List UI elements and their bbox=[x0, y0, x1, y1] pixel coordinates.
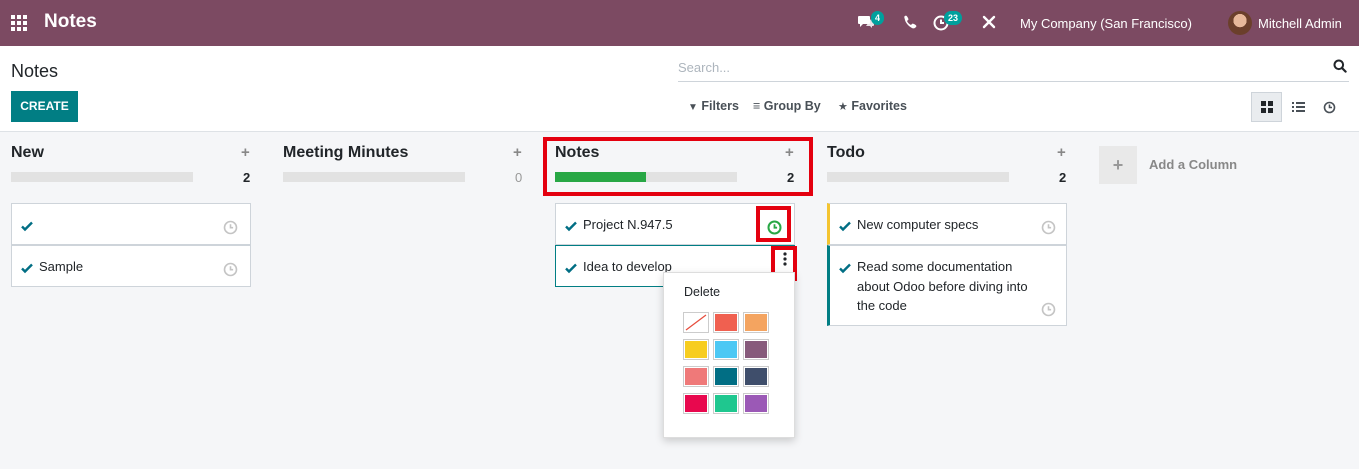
quick-create-button[interactable]: + bbox=[513, 144, 522, 161]
activity-view-button[interactable] bbox=[1314, 92, 1345, 122]
color-swatch[interactable] bbox=[713, 312, 739, 333]
kanban-card[interactable]: New computer specs bbox=[827, 203, 1067, 245]
check-icon[interactable] bbox=[21, 220, 33, 232]
clock-icon bbox=[1323, 101, 1336, 113]
check-icon[interactable] bbox=[839, 262, 851, 274]
list-icon bbox=[1292, 102, 1305, 112]
search-input[interactable] bbox=[678, 57, 1318, 77]
star-icon: ★ bbox=[838, 101, 848, 113]
highlight-notes-header bbox=[543, 137, 813, 196]
favorites-dropdown[interactable]: ★ Favorites bbox=[838, 99, 907, 113]
clock-icon[interactable] bbox=[223, 262, 238, 277]
color-swatch[interactable] bbox=[713, 339, 739, 360]
group-by-label: Group By bbox=[763, 99, 821, 113]
column-progress-bar[interactable] bbox=[827, 172, 1009, 182]
search-bar bbox=[678, 54, 1349, 82]
filters-label: Filters bbox=[701, 99, 739, 113]
color-swatch[interactable] bbox=[743, 366, 769, 387]
delete-menu-item[interactable]: Delete bbox=[684, 285, 720, 299]
card-dropdown-menu: Delete bbox=[663, 272, 795, 438]
app-brand[interactable]: Notes bbox=[44, 11, 97, 33]
user-avatar[interactable] bbox=[1228, 11, 1252, 35]
kanban-view-button[interactable] bbox=[1251, 92, 1282, 122]
kanban-card[interactable]: Read some documentation about Odoo befor… bbox=[827, 245, 1067, 326]
color-swatch[interactable] bbox=[683, 339, 709, 360]
control-panel: Notes CREATE ▼ Filters ≡ Group By ★ Favo… bbox=[0, 46, 1359, 132]
card-title: Sample bbox=[39, 259, 84, 274]
check-icon[interactable] bbox=[839, 220, 851, 232]
bars-icon: ≡ bbox=[753, 99, 761, 113]
column-progress-bar[interactable] bbox=[283, 172, 465, 182]
color-swatch[interactable] bbox=[683, 366, 709, 387]
kanban-grid-icon bbox=[1260, 101, 1273, 113]
check-icon[interactable] bbox=[565, 220, 577, 232]
add-column-button[interactable]: + bbox=[1099, 146, 1137, 184]
color-swatch[interactable] bbox=[683, 312, 709, 333]
company-switcher[interactable]: My Company (San Francisco) bbox=[1020, 16, 1192, 31]
column-title: Todo bbox=[827, 144, 865, 161]
column-count: 2 bbox=[1059, 170, 1067, 185]
highlight-clock bbox=[756, 206, 791, 242]
debug-tools-button[interactable] bbox=[982, 13, 998, 33]
favorites-label: Favorites bbox=[851, 99, 907, 113]
kanban-card[interactable]: Sample bbox=[11, 245, 251, 287]
card-title: New computer specs bbox=[857, 217, 979, 232]
search-icon[interactable] bbox=[1333, 59, 1347, 73]
check-icon[interactable] bbox=[21, 262, 33, 274]
top-navbar: Notes 4 23 My Company (San Francisco) Mi… bbox=[0, 0, 1359, 46]
card-title: Project N.947.5 bbox=[583, 217, 673, 232]
column-count: 0 bbox=[515, 170, 523, 185]
no-color-icon bbox=[685, 314, 707, 331]
filters-dropdown[interactable]: ▼ Filters bbox=[688, 99, 739, 113]
check-icon[interactable] bbox=[565, 262, 577, 274]
create-button[interactable]: CREATE bbox=[11, 91, 78, 122]
page-title: Notes bbox=[11, 61, 59, 81]
kanban-card[interactable] bbox=[11, 203, 251, 245]
group-by-dropdown[interactable]: ≡ Group By bbox=[753, 99, 821, 113]
color-swatch[interactable] bbox=[683, 393, 709, 414]
column-title: Meeting Minutes bbox=[283, 144, 409, 161]
clock-icon[interactable] bbox=[1041, 302, 1056, 317]
phone-button[interactable] bbox=[902, 13, 918, 33]
quick-create-button[interactable]: + bbox=[241, 144, 250, 161]
clock-icon[interactable] bbox=[1041, 220, 1056, 235]
color-swatch[interactable] bbox=[743, 312, 769, 333]
quick-create-button[interactable]: + bbox=[1057, 144, 1066, 161]
card-title: Idea to develop bbox=[583, 259, 672, 274]
phone-icon bbox=[904, 15, 917, 29]
messages-badge: 4 bbox=[871, 11, 885, 25]
list-view-button[interactable] bbox=[1283, 92, 1314, 122]
column-count: 2 bbox=[243, 170, 251, 185]
color-swatch[interactable] bbox=[713, 366, 739, 387]
filter-icon: ▼ bbox=[688, 102, 698, 113]
user-menu[interactable]: Mitchell Admin bbox=[1258, 16, 1342, 31]
column-progress-bar[interactable] bbox=[11, 172, 193, 182]
color-swatch[interactable] bbox=[743, 339, 769, 360]
card-title: Read some documentation about Odoo befor… bbox=[857, 259, 1028, 313]
clock-icon[interactable] bbox=[223, 220, 238, 235]
activities-badge: 23 bbox=[944, 11, 963, 25]
tools-icon bbox=[982, 15, 996, 29]
color-swatch[interactable] bbox=[713, 393, 739, 414]
column-title: New bbox=[11, 144, 44, 161]
add-column-label[interactable]: Add a Column bbox=[1149, 157, 1237, 172]
apps-menu-icon[interactable] bbox=[11, 15, 28, 31]
color-swatch[interactable] bbox=[743, 393, 769, 414]
